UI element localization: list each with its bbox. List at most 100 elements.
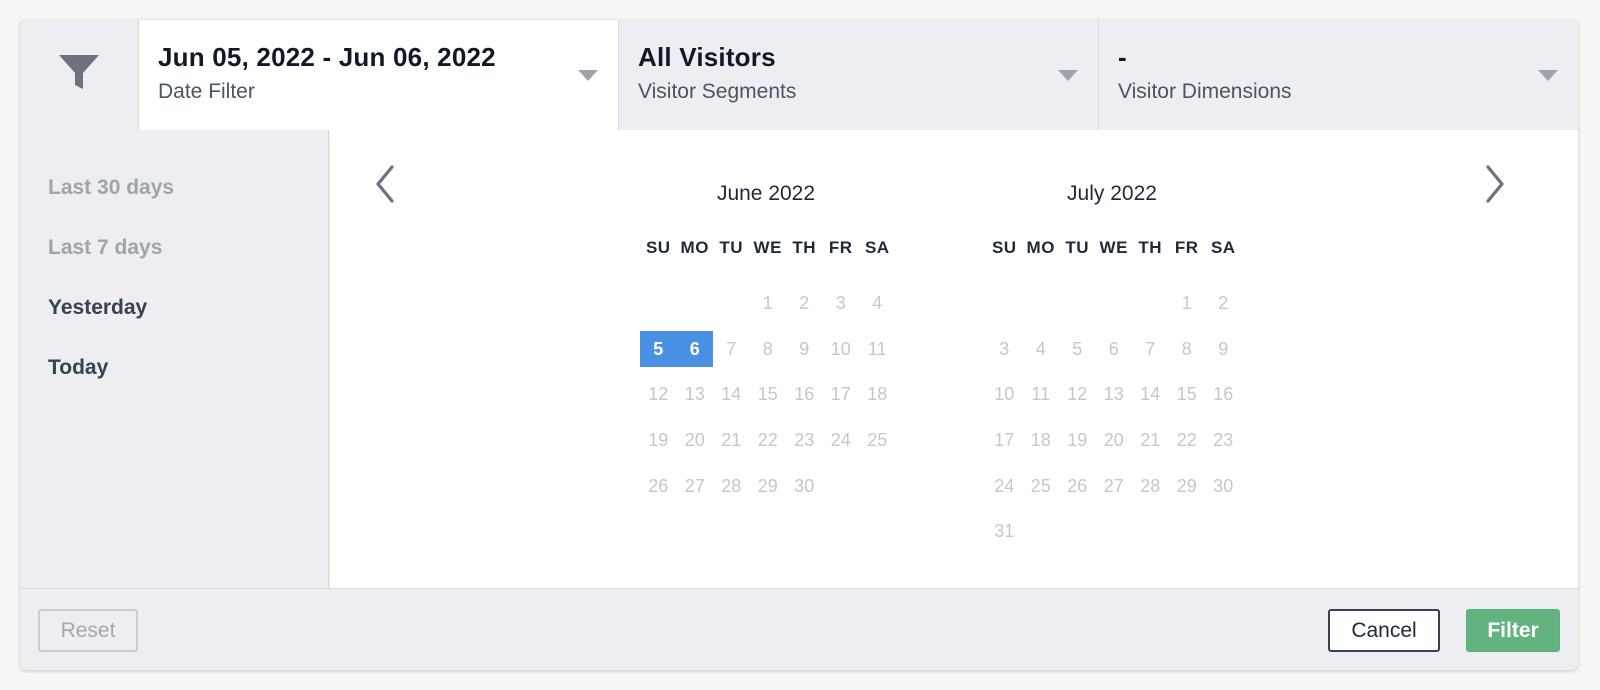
calendar-day[interactable]: 8 <box>750 331 787 367</box>
calendar-day[interactable]: 15 <box>750 376 787 412</box>
chevron-down-icon <box>1058 70 1078 81</box>
calendar-day[interactable]: 12 <box>1059 376 1096 412</box>
calendar-day[interactable]: 2 <box>786 285 823 321</box>
calendar-day[interactable]: 9 <box>786 331 823 367</box>
calendar-day[interactable]: 9 <box>1205 331 1242 367</box>
calendar-day[interactable]: 19 <box>1059 422 1096 458</box>
calendar-day[interactable]: 18 <box>1023 422 1060 458</box>
calendar-day[interactable]: 11 <box>859 331 896 367</box>
calendar-day[interactable]: 25 <box>859 422 896 458</box>
calendar-day[interactable]: 29 <box>1169 468 1206 504</box>
weekday-label: MO <box>680 238 709 257</box>
calendar-day[interactable]: 14 <box>1132 376 1169 412</box>
calendar-day[interactable]: 22 <box>1169 422 1206 458</box>
month-july-2022: July 2022 SU MO TU WE TH FR SA 1 2 3 4 5 6 7 8 9 10 11 12… <box>986 180 1246 554</box>
calendar-day[interactable]: 4 <box>859 285 896 321</box>
weekday-label: FR <box>828 238 853 257</box>
calendar-day[interactable]: 5 <box>1059 331 1096 367</box>
preset-last-30-days[interactable]: Last 30 days <box>20 176 328 236</box>
calendar-day[interactable]: 13 <box>1096 376 1133 412</box>
weekday-label: TU <box>1065 238 1090 257</box>
weekday-header: SU MO TU WE TH FR SA <box>640 238 900 258</box>
calendar-day[interactable]: 14 <box>713 376 750 412</box>
calendar-day[interactable]: 10 <box>986 376 1023 412</box>
calendar-week: 24 25 26 27 28 29 30 <box>986 463 1246 509</box>
preset-yesterday[interactable]: Yesterday <box>20 296 328 356</box>
calendar-day[interactable]: 17 <box>823 376 860 412</box>
calendar-week: 17 18 19 20 21 22 23 <box>986 417 1246 463</box>
calendar-day[interactable]: 11 <box>1023 376 1060 412</box>
calendar-day[interactable]: 10 <box>823 331 860 367</box>
calendar-day-selected[interactable]: 5 <box>640 330 677 367</box>
chevron-right-icon <box>1480 165 1510 208</box>
calendar-day-empty <box>1023 513 1060 549</box>
calendar-day[interactable]: 3 <box>823 285 860 321</box>
calendar-day[interactable]: 23 <box>786 422 823 458</box>
calendar-day[interactable]: 7 <box>1132 331 1169 367</box>
calendar-day[interactable]: 15 <box>1169 376 1206 412</box>
weekday-label: SA <box>864 238 890 257</box>
calendar-day[interactable]: 25 <box>1023 468 1060 504</box>
calendar-day[interactable]: 19 <box>640 422 677 458</box>
calendar-day[interactable]: 6 <box>1096 331 1133 367</box>
calendar-day[interactable]: 18 <box>859 376 896 412</box>
calendar-day[interactable]: 30 <box>786 468 823 504</box>
visitor-segments-dropdown[interactable]: All Visitors Visitor Segments <box>618 20 1098 130</box>
calendar-day[interactable]: 16 <box>1205 376 1242 412</box>
calendar-day[interactable]: 28 <box>1132 468 1169 504</box>
weekday-label: MO <box>1026 238 1055 257</box>
calendar-day[interactable]: 17 <box>986 422 1023 458</box>
cancel-button[interactable]: Cancel <box>1328 609 1440 652</box>
calendar-day[interactable]: 24 <box>823 422 860 458</box>
calendar-day[interactable]: 26 <box>1059 468 1096 504</box>
calendar-day-empty <box>1059 513 1096 549</box>
calendar-day[interactable]: 16 <box>786 376 823 412</box>
calendar-day[interactable]: 22 <box>750 422 787 458</box>
calendar-day-empty <box>1096 285 1133 321</box>
month-title: June 2022 <box>716 182 816 205</box>
calendar-day[interactable]: 26 <box>640 468 677 504</box>
calendar-day[interactable]: 31 <box>986 513 1023 549</box>
calendar-week: 12 <box>986 280 1246 326</box>
reset-button[interactable]: Reset <box>38 609 138 652</box>
date-filter-label: Date Filter <box>158 80 255 103</box>
preset-today[interactable]: Today <box>20 356 328 416</box>
calendar-day[interactable]: 27 <box>677 468 714 504</box>
calendar-day[interactable]: 24 <box>986 468 1023 504</box>
calendar-day[interactable]: 3 <box>986 331 1023 367</box>
date-filter-dropdown[interactable]: Jun 05, 2022 - Jun 06, 2022 Date Filter <box>138 20 618 130</box>
calendar-day[interactable]: 8 <box>1169 331 1206 367</box>
calendar-day-selected[interactable]: 6 <box>676 330 713 367</box>
calendar-day[interactable]: 29 <box>750 468 787 504</box>
calendar-day[interactable]: 30 <box>1205 468 1242 504</box>
calendar-day-empty <box>1023 285 1060 321</box>
month-days: 1 2 3 4 5 6 7 8 9 10 11 12 13 14 15 16 17 18 19 20 21 22 23 24 2… <box>640 280 900 508</box>
calendar-day[interactable]: 2 <box>1205 285 1242 321</box>
calendar-day[interactable]: 28 <box>713 468 750 504</box>
calendar-day[interactable]: 12 <box>640 376 677 412</box>
calendar-day[interactable]: 7 <box>713 331 750 367</box>
calendar-week: 31 <box>986 508 1246 554</box>
filter-button[interactable]: Filter <box>1466 609 1560 652</box>
calendar-day[interactable]: 13 <box>677 376 714 412</box>
calendar-day[interactable]: 27 <box>1096 468 1133 504</box>
visitor-segments-label: Visitor Segments <box>638 80 797 103</box>
previous-month-button[interactable] <box>370 164 400 204</box>
calendar-day[interactable]: 20 <box>677 422 714 458</box>
calendar-day-empty <box>677 285 714 321</box>
preset-last-7-days[interactable]: Last 7 days <box>20 236 328 296</box>
calendar-week: 19 20 21 22 23 24 25 <box>640 417 900 463</box>
next-month-button[interactable] <box>1480 164 1510 204</box>
calendar-day[interactable]: 1 <box>750 285 787 321</box>
date-filter-value: Jun 05, 2022 - Jun 06, 2022 <box>158 42 496 72</box>
month-june-2022: June 2022 SU MO TU WE TH FR SA 1 2 3 4 5 6 7 8 9 10 11 12… <box>640 180 900 508</box>
calendar-day[interactable]: 1 <box>1169 285 1206 321</box>
visitor-dimensions-dropdown[interactable]: - Visitor Dimensions <box>1098 20 1578 130</box>
calendar-day[interactable]: 21 <box>713 422 750 458</box>
calendar-day[interactable]: 20 <box>1096 422 1133 458</box>
chevron-down-icon <box>1538 70 1558 81</box>
calendar-day[interactable]: 4 <box>1023 331 1060 367</box>
calendar-day-empty <box>823 468 860 504</box>
calendar-day[interactable]: 23 <box>1205 422 1242 458</box>
calendar-day[interactable]: 21 <box>1132 422 1169 458</box>
